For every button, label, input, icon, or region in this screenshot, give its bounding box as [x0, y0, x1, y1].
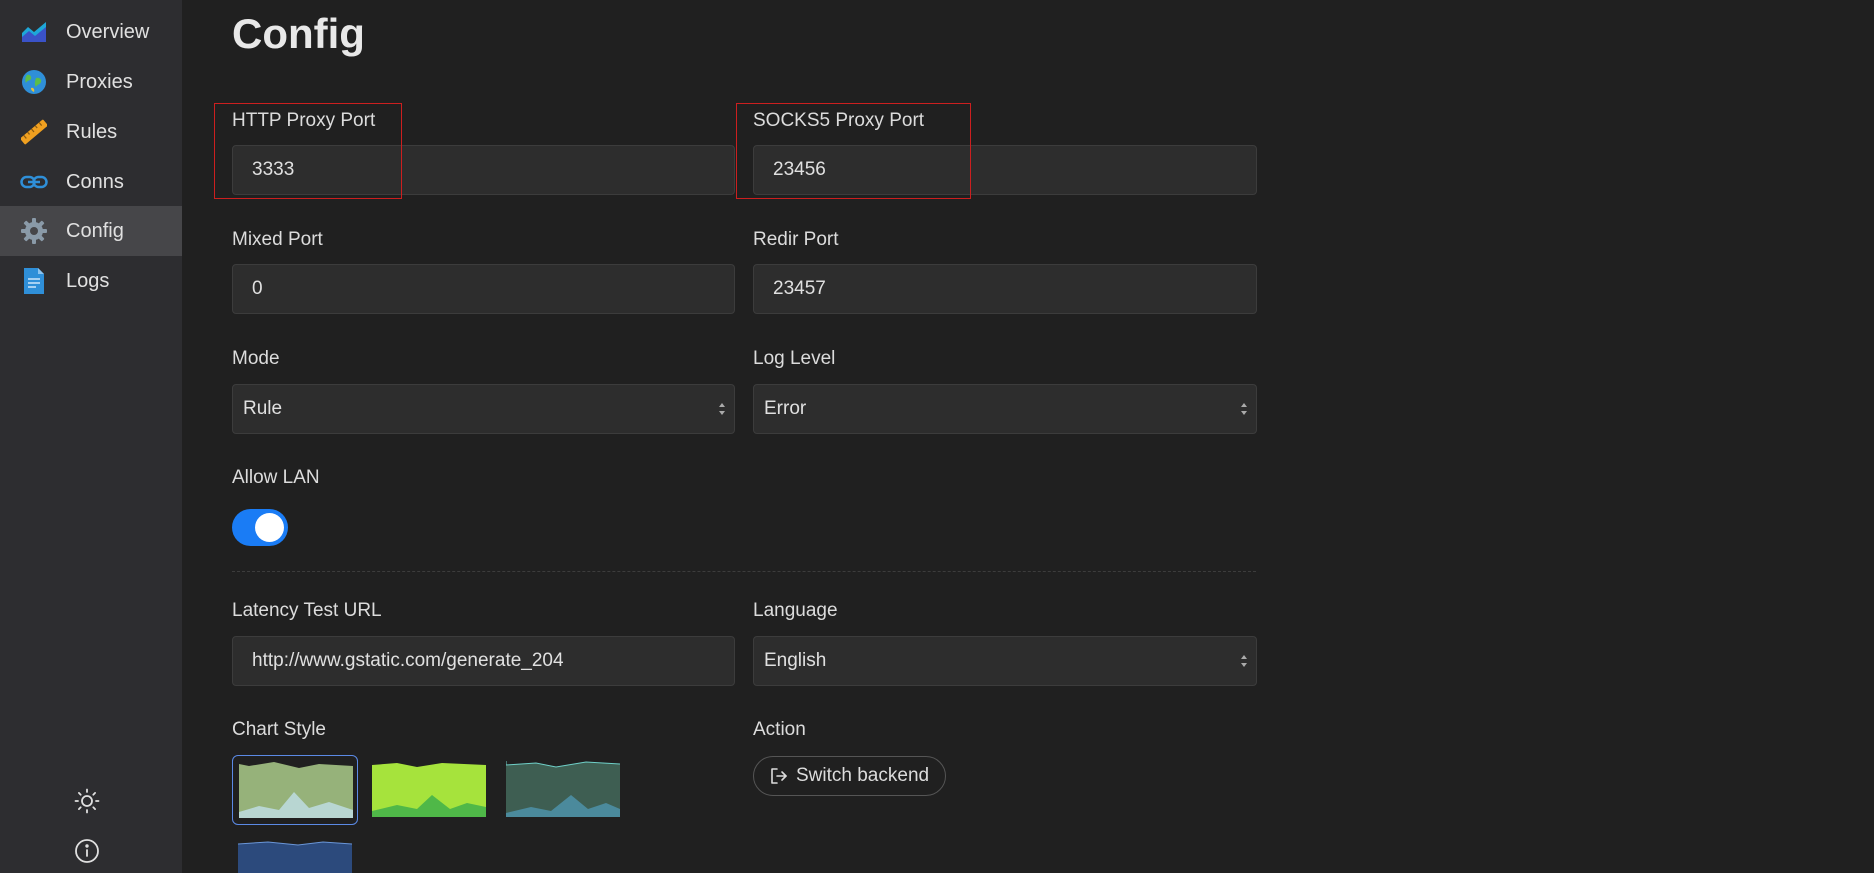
chart-area-icon	[20, 18, 48, 46]
document-icon	[20, 267, 48, 295]
select-arrows-icon	[1241, 403, 1247, 415]
select-arrows-icon	[719, 403, 725, 415]
language-select[interactable]: English	[753, 636, 1257, 686]
socks-port-label: SOCKS5 Proxy Port	[753, 110, 925, 131]
switch-backend-button[interactable]: Switch backend	[753, 756, 947, 796]
page-title: Config	[232, 10, 365, 57]
mode-select[interactable]: Rule	[232, 384, 735, 434]
language-label: Language	[753, 600, 838, 621]
chart-style-option-4[interactable]	[232, 835, 358, 873]
sun-icon[interactable]	[73, 787, 101, 815]
allow-lan-label: Allow LAN	[232, 467, 320, 488]
sidebar-item-rules[interactable]: Rules	[0, 107, 182, 157]
sidebar: Overview Proxies Rules Conns Config Logs	[0, 0, 182, 873]
sidebar-item-config[interactable]: Config	[0, 206, 182, 256]
http-port-input[interactable]	[232, 145, 735, 195]
mode-select-value: Rule	[243, 398, 283, 419]
switch-backend-label: Switch backend	[796, 765, 930, 786]
log-level-select[interactable]: Error	[753, 384, 1257, 434]
allow-lan-toggle[interactable]	[232, 509, 288, 546]
sign-out-icon	[771, 768, 787, 784]
globe-icon	[20, 68, 48, 96]
sidebar-item-label: Config	[66, 219, 124, 242]
log-level-label: Log Level	[753, 348, 836, 369]
sidebar-item-overview[interactable]: Overview	[0, 7, 182, 57]
chart-style-option-3[interactable]	[500, 755, 626, 825]
redir-port-label: Redir Port	[753, 229, 839, 250]
language-select-value: English	[764, 650, 827, 671]
chart-style-label: Chart Style	[232, 719, 326, 740]
redir-port-input[interactable]	[753, 264, 1257, 314]
sidebar-item-conns[interactable]: Conns	[0, 157, 182, 207]
mixed-port-label: Mixed Port	[232, 229, 323, 250]
mixed-port-input[interactable]	[232, 264, 735, 314]
link-icon	[20, 168, 48, 196]
gear-icon	[20, 217, 48, 245]
action-label: Action	[753, 719, 806, 740]
ruler-icon	[20, 118, 48, 146]
http-port-label: HTTP Proxy Port	[232, 110, 376, 131]
sidebar-item-proxies[interactable]: Proxies	[0, 57, 182, 107]
info-icon[interactable]	[73, 837, 101, 865]
chart-style-option-1[interactable]	[232, 755, 358, 825]
sidebar-item-label: Conns	[66, 170, 124, 193]
sidebar-item-label: Proxies	[66, 70, 133, 93]
latency-url-input[interactable]	[232, 636, 735, 686]
socks-port-input[interactable]	[753, 145, 1257, 195]
chart-style-option-2[interactable]	[366, 755, 492, 825]
sidebar-item-logs[interactable]: Logs	[0, 256, 182, 306]
log-level-select-value: Error	[764, 398, 807, 419]
toggle-knob	[255, 513, 284, 542]
sidebar-item-label: Logs	[66, 269, 110, 292]
latency-url-label: Latency Test URL	[232, 600, 382, 621]
sidebar-item-label: Overview	[66, 20, 150, 43]
select-arrows-icon	[1241, 655, 1247, 667]
mode-label: Mode	[232, 348, 280, 369]
divider	[232, 571, 1256, 572]
sidebar-item-label: Rules	[66, 120, 118, 143]
